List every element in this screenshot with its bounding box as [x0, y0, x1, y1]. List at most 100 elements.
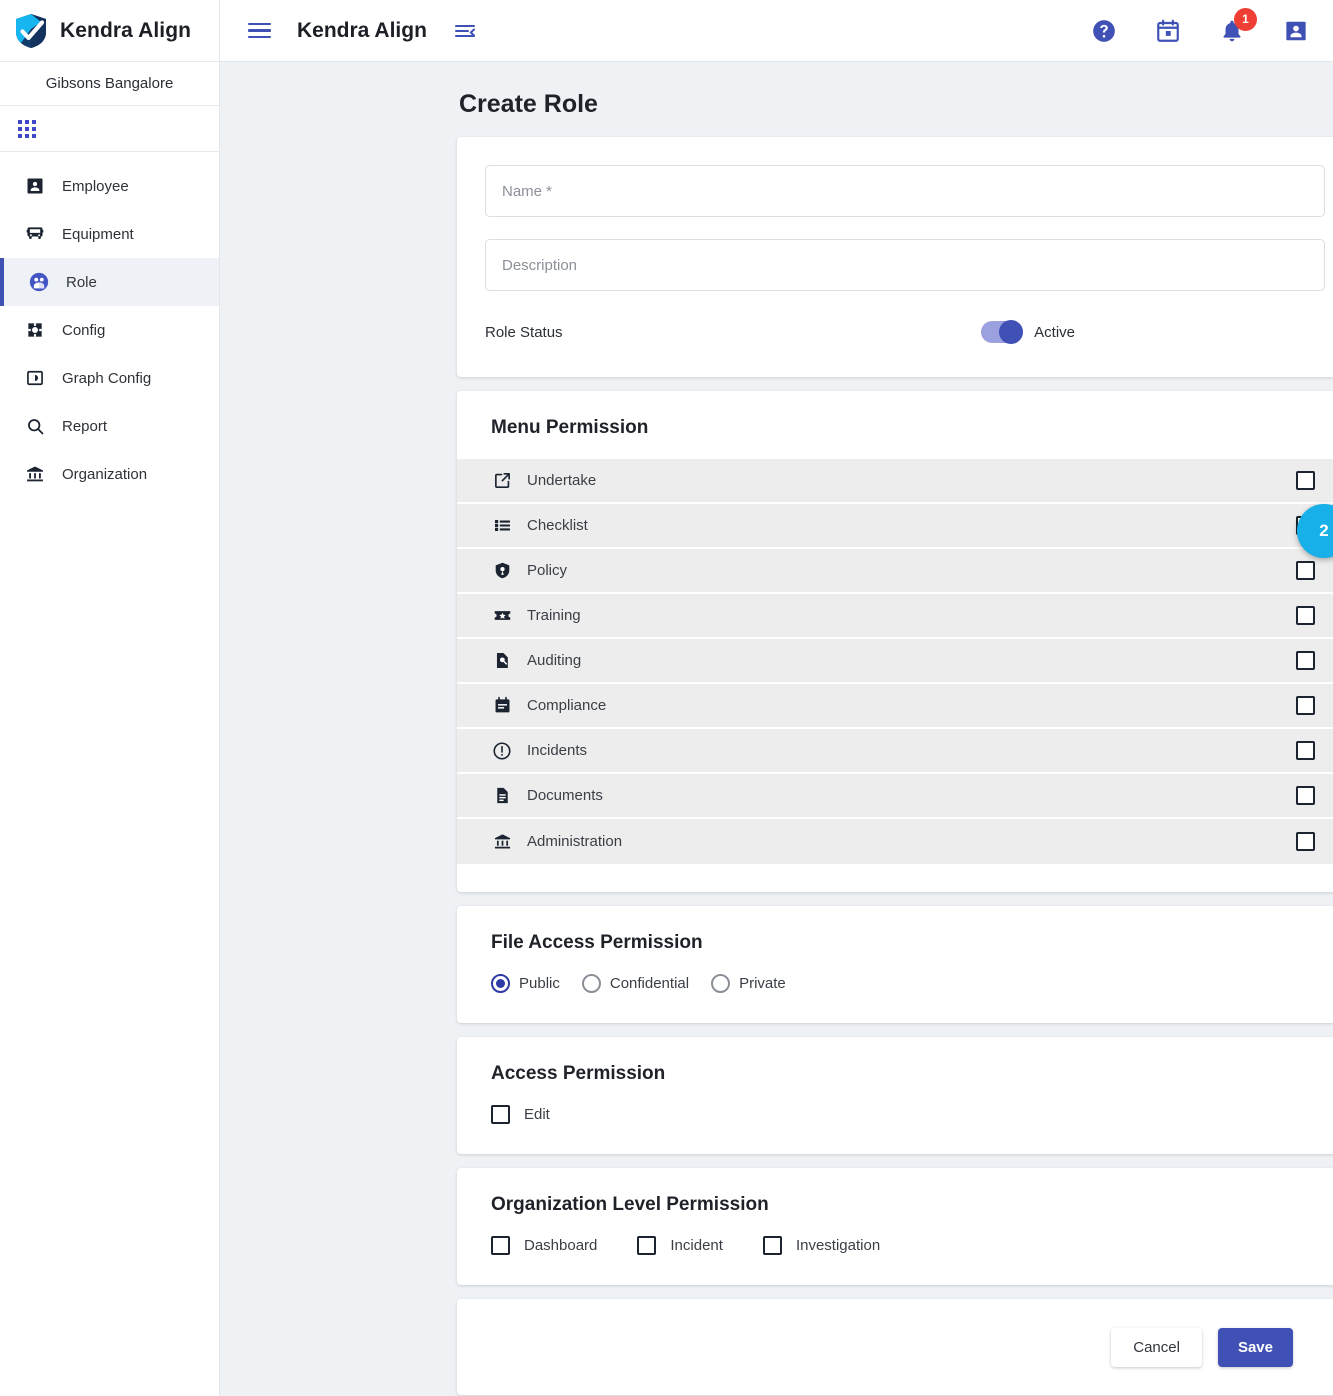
form-actions-card: Cancel Save — [457, 1299, 1333, 1395]
fab-label: 2 — [1319, 521, 1329, 540]
topbar-title: Kendra Align — [297, 18, 427, 42]
sidebar-item-employee[interactable]: Employee — [0, 162, 219, 210]
sidebar-organization[interactable]: Gibsons Bangalore — [0, 62, 219, 106]
menu-permission-card: Menu Permission Undertake Checklist Poli… — [457, 391, 1333, 892]
file-access-option-private[interactable]: Private — [711, 974, 786, 993]
contrast-box-icon — [24, 367, 46, 389]
organization-level-permission-card: Organization Level Permission Dashboard … — [457, 1168, 1333, 1285]
radio-button[interactable] — [491, 974, 510, 993]
sidebar-item-label: Config — [62, 321, 106, 339]
menu-permission-row-documents[interactable]: Documents — [457, 774, 1333, 819]
menu-permission-checkbox[interactable] — [1296, 786, 1315, 805]
sidebar-item-graph-config[interactable]: Graph Config — [0, 354, 219, 402]
checkbox[interactable] — [762, 1236, 782, 1255]
notification-badge: 1 — [1234, 7, 1257, 31]
page-content: Create Role Name * Description Role Stat… — [220, 62, 1333, 1396]
name-field-placeholder: Name * — [502, 182, 553, 200]
organization-level-options: Dashboard Incident Investigation — [491, 1236, 1307, 1255]
option-label: Dashboard — [524, 1237, 598, 1254]
calendar-icon[interactable] — [1155, 18, 1181, 44]
checkbox[interactable] — [491, 1236, 510, 1255]
sidebar-apps-row[interactable] — [0, 106, 219, 152]
sidebar-nav: Employee Equipment Role Config Graph Con… — [0, 152, 219, 498]
menu-permission-rows: Undertake Checklist Policy Training Audi… — [457, 459, 1333, 864]
shield-policy-icon — [491, 560, 513, 582]
sidebar-brand: Kendra Align — [0, 0, 219, 62]
option-label: Public — [519, 975, 560, 992]
option-label: Private — [739, 975, 786, 992]
menu-permission-checkbox[interactable] — [1296, 696, 1315, 715]
ticket-star-icon — [491, 605, 513, 627]
main-area: Kendra Align 1 Create Role Name * Descri… — [220, 0, 1333, 1396]
topbar-right: 1 — [1091, 7, 1309, 44]
menu-permission-checkbox[interactable] — [1296, 651, 1315, 670]
role-status-value: Active — [1034, 323, 1075, 341]
menu-permission-checkbox[interactable] — [1296, 471, 1315, 490]
name-field[interactable]: Name * — [485, 165, 1325, 217]
bell-icon[interactable]: 1 — [1219, 7, 1257, 44]
sidebar-item-label: Role — [66, 273, 97, 291]
toggle-knob — [999, 320, 1024, 344]
menu-permission-label: Checklist — [527, 517, 588, 534]
option-label: Investigation — [795, 1237, 881, 1254]
list-icon — [491, 515, 513, 537]
search-icon — [24, 415, 46, 437]
sidebar-item-config[interactable]: Config — [0, 306, 219, 354]
sidebar: Kendra Align Gibsons Bangalore Employee — [0, 0, 220, 1396]
menu-permission-row-policy[interactable]: Policy — [457, 549, 1333, 594]
sidebar-item-equipment[interactable]: Equipment — [0, 210, 219, 258]
option-label: Incident — [670, 1237, 723, 1254]
access-permission-option-edit[interactable]: Edit — [491, 1105, 550, 1124]
hamburger-menu-icon[interactable] — [248, 22, 271, 39]
group-people-icon — [28, 271, 50, 293]
menu-permission-row-checklist[interactable]: Checklist — [457, 504, 1333, 549]
alert-circle-icon — [491, 740, 513, 762]
description-field-placeholder: Description — [502, 256, 578, 274]
menu-permission-checkbox[interactable] — [1296, 741, 1315, 760]
menu-permission-row-compliance[interactable]: Compliance — [457, 684, 1333, 729]
radio-button[interactable] — [581, 974, 601, 993]
org-level-option-incident[interactable]: Incident — [637, 1236, 723, 1255]
account-person-icon[interactable] — [1283, 18, 1309, 44]
sidebar-brand-name: Kendra Align — [60, 18, 192, 42]
menu-permission-label: Documents — [527, 787, 603, 804]
help-circle-icon[interactable] — [1091, 18, 1117, 44]
menu-permission-checkbox[interactable] — [1296, 832, 1315, 851]
option-label: Edit — [524, 1106, 550, 1123]
sidebar-item-label: Organization — [62, 465, 148, 483]
role-status-toggle[interactable] — [981, 320, 1024, 344]
description-field[interactable]: Description — [485, 239, 1325, 291]
menu-permission-row-training[interactable]: Training — [457, 594, 1333, 639]
page-title: Create Role — [459, 90, 598, 118]
grid-apps-icon[interactable] — [18, 119, 36, 138]
sidebar-item-role[interactable]: Role — [0, 258, 219, 306]
menu-permission-row-undertake[interactable]: Undertake — [457, 459, 1333, 504]
org-level-option-investigation[interactable]: Investigation — [762, 1236, 881, 1255]
file-access-option-public[interactable]: Public — [491, 974, 560, 993]
menu-collapse-icon[interactable] — [453, 19, 477, 43]
sidebar-item-label: Graph Config — [62, 369, 152, 387]
menu-permission-row-incidents[interactable]: Incidents — [457, 729, 1333, 774]
sidebar-item-organization[interactable]: Organization — [0, 450, 219, 498]
bank-icon — [491, 831, 513, 853]
menu-permission-row-administration[interactable]: Administration — [457, 819, 1333, 864]
document-icon — [491, 785, 513, 807]
radio-button[interactable] — [711, 974, 731, 993]
file-access-option-confidential[interactable]: Confidential — [581, 974, 689, 993]
cancel-button[interactable]: Cancel — [1111, 1327, 1202, 1367]
menu-permission-row-auditing[interactable]: Auditing — [457, 639, 1333, 684]
org-level-option-dashboard[interactable]: Dashboard — [491, 1236, 597, 1255]
shield-check-logo-icon — [14, 13, 48, 49]
gear-icon — [24, 319, 46, 341]
save-button[interactable]: Save — [1217, 1327, 1293, 1367]
checkbox[interactable] — [637, 1236, 657, 1255]
sidebar-item-report[interactable]: Report — [0, 402, 219, 450]
menu-permission-label: Undertake — [527, 472, 597, 489]
file-access-permission-card: File Access Permission Public Confidenti… — [457, 906, 1333, 1023]
checkbox[interactable] — [491, 1105, 510, 1124]
access-permission-options: Edit — [491, 1105, 1307, 1124]
menu-permission-label: Training — [527, 607, 581, 624]
menu-permission-checkbox[interactable] — [1296, 561, 1315, 580]
topbar-left: Kendra Align — [220, 19, 477, 43]
menu-permission-checkbox[interactable] — [1296, 606, 1315, 625]
